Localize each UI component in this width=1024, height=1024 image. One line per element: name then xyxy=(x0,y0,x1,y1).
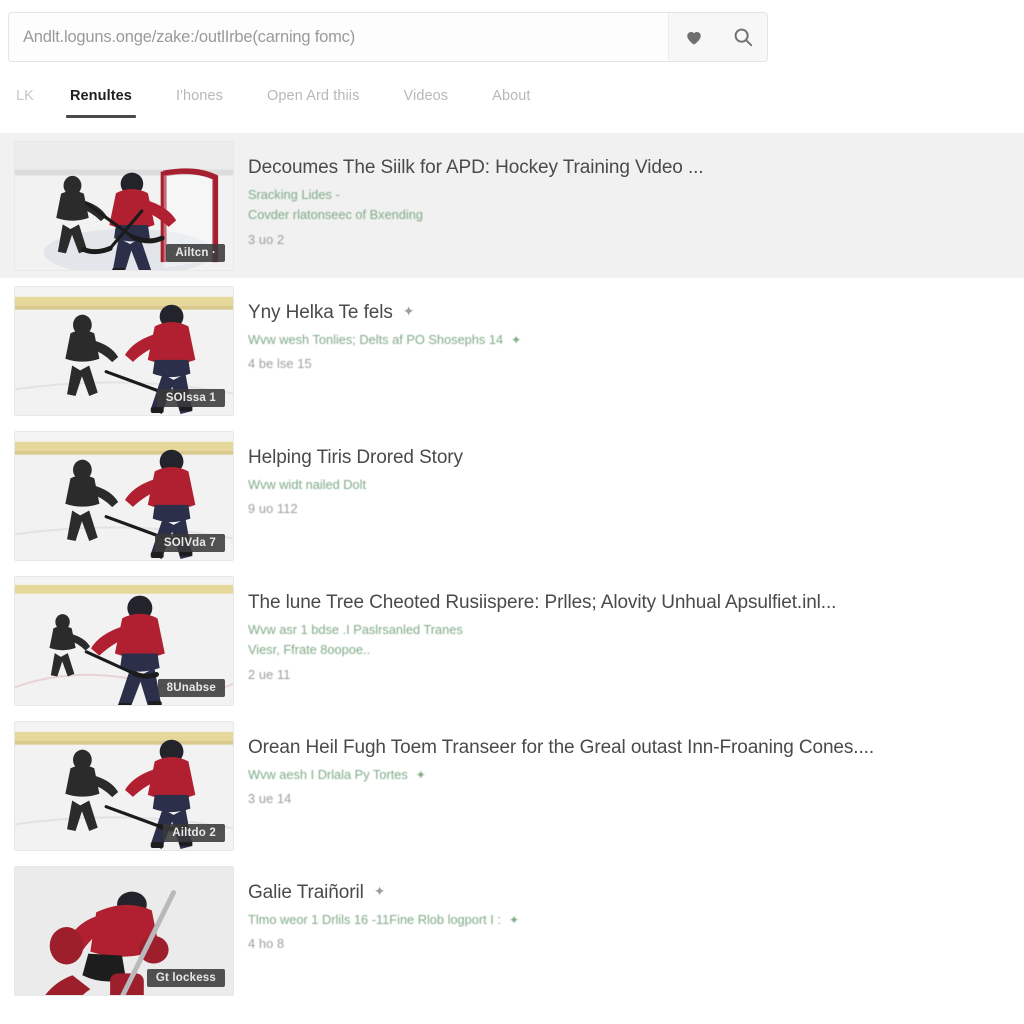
result-body: Orean Heil Fugh Toem Transeer for the Gr… xyxy=(234,721,1024,806)
search-input[interactable] xyxy=(9,13,669,61)
subtitle-star-icon: ✦ xyxy=(508,912,520,927)
subtitle-star-icon: ✦ xyxy=(511,332,522,347)
title-star-icon: ✦ xyxy=(373,883,386,899)
result-row[interactable]: Ailtdo 2 Orean Heil Fugh Toem Transeer fo… xyxy=(0,713,1024,858)
result-title[interactable]: Orean Heil Fugh Toem Transeer for the Gr… xyxy=(248,737,994,759)
result-title[interactable]: Yny Helka Te fels ✦ xyxy=(248,302,994,324)
duration-badge: 8Unabse xyxy=(157,679,225,697)
result-row[interactable]: SOlssa 1 Yny Helka Te fels ✦ Wvw wesh Tonli… xyxy=(0,278,1024,423)
tab-videos[interactable]: Videos xyxy=(381,84,470,120)
duration-badge: Ailtdo 2 xyxy=(163,824,225,842)
result-body: Decoumes The Siilk for APD: Hockey Train… xyxy=(234,141,1024,247)
tab-renultes[interactable]: Renultes xyxy=(48,84,154,120)
result-meta: 4 be lse 15 xyxy=(248,356,312,372)
result-thumbnail[interactable]: 8Unabse xyxy=(14,576,234,706)
heart-icon[interactable] xyxy=(679,22,709,52)
result-body: Yny Helka Te fels ✦ Wvw wesh Tonlies; Delt… xyxy=(234,286,1024,371)
result-meta: 3 uo 2 xyxy=(248,231,285,247)
duration-badge: SOlVda 7 xyxy=(154,534,225,552)
result-meta: 3 ue 14 xyxy=(248,791,292,807)
duration-badge: SOlssa 1 xyxy=(156,389,225,407)
result-subtitle[interactable]: Tlmo weor 1 Drlils 16 -11Fine Rlob logpo… xyxy=(248,911,994,930)
search-bar xyxy=(8,12,768,62)
result-subtitle-text: Sracking Lides - xyxy=(248,186,340,202)
results-list: Ailtcn · Decoumes The Siilk for APD: Hock… xyxy=(0,133,1024,1024)
result-title[interactable]: The lune Tree Cheoted Rusiispere: Prlles… xyxy=(248,592,994,614)
result-title-text: Orean Heil Fugh Toem Transeer for the Gr… xyxy=(248,737,874,758)
result-subtitle-secondary: Covder rlatonseec of Bxending xyxy=(248,207,423,223)
result-thumbnail[interactable]: SOlVda 7 xyxy=(14,431,234,561)
result-subtitle[interactable]: Wvw aesh I Drlala Py Tortes ✦ xyxy=(248,766,994,785)
result-body: Helping Tiris Drored Story Wvw widt naile… xyxy=(234,431,1024,516)
duration-badge: Ailtcn · xyxy=(166,244,225,262)
result-row[interactable]: Gt lockess Galie Traiñoril ✦ Tlmo weor 1 Dr… xyxy=(0,858,1024,1003)
result-title[interactable]: Galie Traiñoril ✦ xyxy=(248,882,994,904)
search-actions xyxy=(669,13,767,61)
subtitle-star-icon: ✦ xyxy=(415,767,426,782)
result-meta: 4 ho 8 xyxy=(248,936,285,952)
result-body: Galie Traiñoril ✦ Tlmo weor 1 Drlils 16 -1… xyxy=(234,866,1024,951)
result-title-text: Yny Helka Te fels xyxy=(248,302,393,323)
result-title-text: Galie Traiñoril xyxy=(248,882,364,903)
result-title[interactable]: Decoumes The Siilk for APD: Hockey Train… xyxy=(248,157,994,179)
tab-i-hones[interactable]: I'hones xyxy=(154,84,245,120)
result-title-text: Decoumes The Siilk for APD: Hockey Train… xyxy=(248,157,704,178)
search-icon[interactable] xyxy=(728,22,758,52)
result-subtitle[interactable]: Wvw wesh Tonlies; Delts af PO Shosephs 1… xyxy=(248,331,994,350)
tab-open-ard-thiis[interactable]: Open Ard thiis xyxy=(245,84,381,120)
result-title-text: Helping Tiris Drored Story xyxy=(248,447,463,468)
result-row[interactable]: SOlVda 7 Helping Tiris Drored Story Wvw wi… xyxy=(0,423,1024,568)
result-subtitle-text: Wvw asr 1 bdse .I Paslrsanled Tranes xyxy=(248,621,463,637)
result-body: The lune Tree Cheoted Rusiispere: Prlles… xyxy=(234,576,1024,682)
result-meta: 2 ue 11 xyxy=(248,666,291,682)
result-thumbnail[interactable]: Gt lockess xyxy=(14,866,234,996)
result-row[interactable]: 8Unabse The lune Tree Cheoted Rusiispere:… xyxy=(0,568,1024,713)
tab-bar: LK Renultes I'hones Open Ard thiis Videos Abo… xyxy=(0,84,1024,128)
duration-badge: Gt lockess xyxy=(146,969,225,987)
result-row[interactable]: Ailtcn · Decoumes The Siilk for APD: Hock… xyxy=(0,133,1024,278)
result-subtitle-text: Wvw aesh I Drlala Py Tortes xyxy=(248,766,408,782)
result-thumbnail[interactable]: SOlssa 1 xyxy=(14,286,234,416)
title-star-icon: ✦ xyxy=(402,303,415,319)
result-thumbnail[interactable]: Ailtdo 2 xyxy=(14,721,234,851)
result-title[interactable]: Helping Tiris Drored Story xyxy=(248,447,994,469)
result-meta: 9 uo 112 xyxy=(248,501,298,517)
result-subtitle-secondary: Viesr, Ffrate 8oopoe.. xyxy=(248,642,371,658)
tab-about[interactable]: About xyxy=(470,84,552,120)
result-thumbnail[interactable]: Ailtcn · xyxy=(14,141,234,271)
search-results-app: LKRenultesI'honesOpen Ard thiisVideosAbo… xyxy=(0,0,1024,1024)
result-title-text: The lune Tree Cheoted Rusiispere: Prlles… xyxy=(248,592,837,613)
result-subtitle[interactable]: Sracking Lides - xyxy=(248,186,994,205)
result-subtitle[interactable]: Wvw asr 1 bdse .I Paslrsanled Tranes xyxy=(248,621,994,640)
result-subtitle[interactable]: Wvw widt nailed Dolt xyxy=(248,476,994,495)
result-subtitle-text: Wvw widt nailed Dolt xyxy=(248,476,367,492)
result-subtitle-text: Wvw wesh Tonlies; Delts af PO Shosephs 1… xyxy=(248,331,504,347)
tab-lk[interactable]: LK xyxy=(8,84,48,120)
result-subtitle-text: Tlmo weor 1 Drlils 16 -11Fine Rlob logpo… xyxy=(248,911,501,927)
